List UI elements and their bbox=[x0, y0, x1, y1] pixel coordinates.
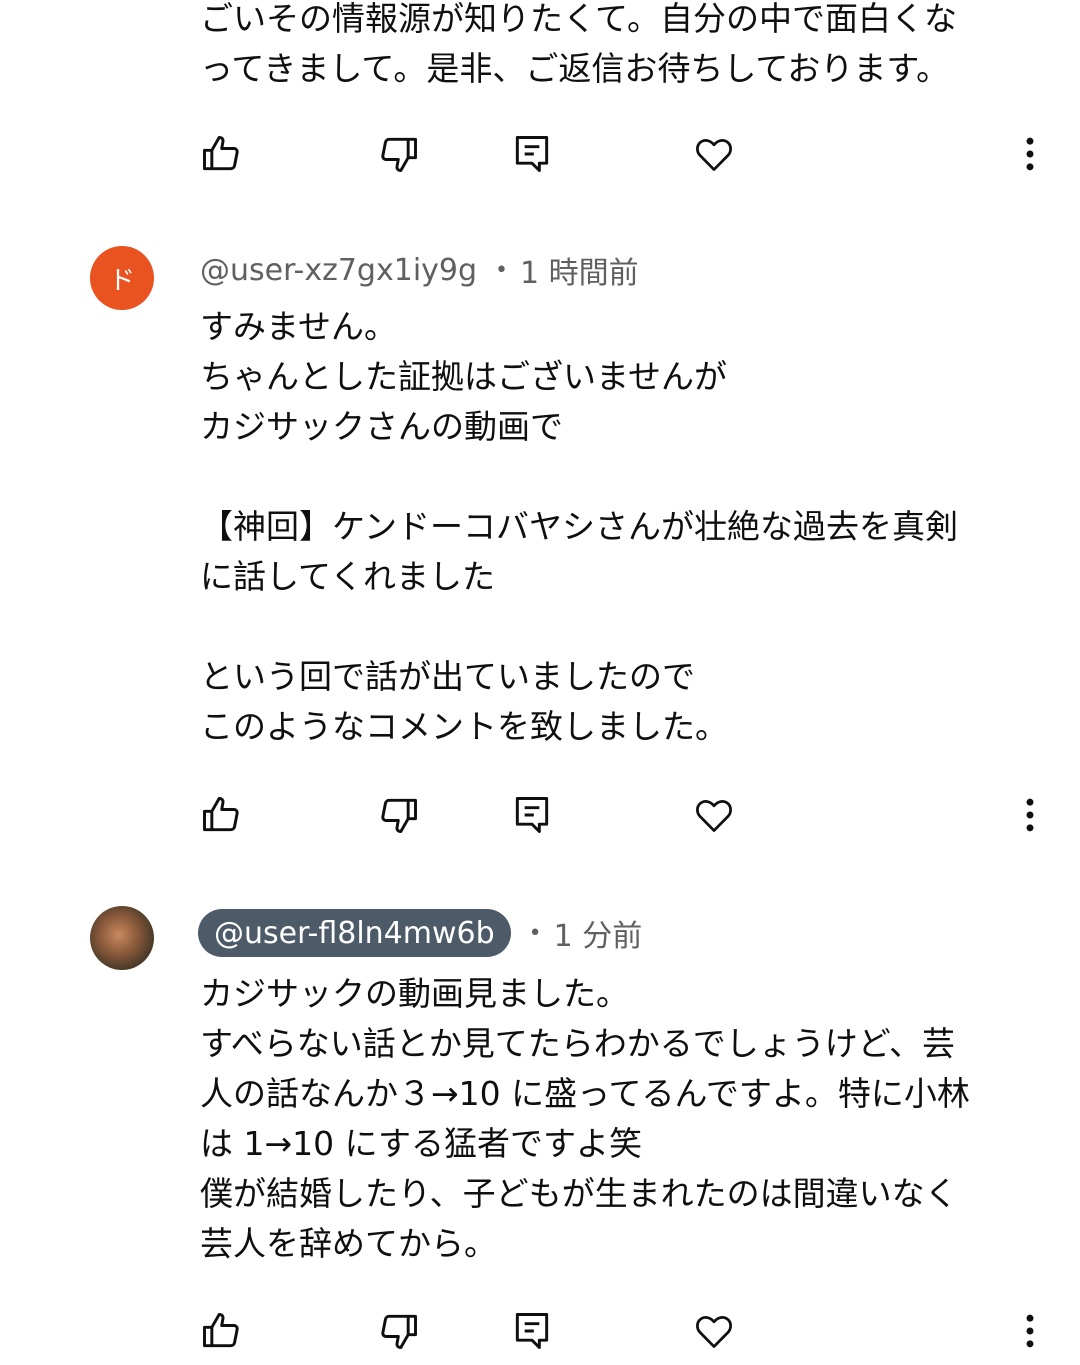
separator-dot: • bbox=[528, 920, 542, 946]
comment-actions bbox=[0, 789, 1080, 849]
thumbs-up-icon bbox=[203, 797, 239, 832]
like-button[interactable] bbox=[195, 128, 247, 180]
reply-comment-icon bbox=[515, 797, 549, 833]
reply-button[interactable] bbox=[506, 1305, 558, 1357]
more-options-button[interactable] bbox=[1004, 128, 1056, 180]
thumbs-down-icon bbox=[381, 798, 417, 833]
avatar[interactable]: ド bbox=[90, 246, 154, 310]
more-vertical-icon bbox=[1026, 798, 1034, 832]
reply-button[interactable] bbox=[506, 128, 558, 180]
avatar-initial: ド bbox=[108, 265, 135, 296]
comment-text: ごいその情報源が知りたくて。自分の中で面白くな ってきまして。是非、ご返信お待ち… bbox=[200, 0, 958, 88]
more-options-button[interactable] bbox=[1004, 1305, 1056, 1357]
comment-actions bbox=[0, 128, 1080, 188]
avatar[interactable] bbox=[90, 906, 154, 970]
dislike-button[interactable] bbox=[373, 1305, 425, 1357]
heart-icon bbox=[696, 139, 732, 171]
reply-button[interactable] bbox=[506, 789, 558, 841]
heart-button[interactable] bbox=[688, 1305, 740, 1357]
dislike-button[interactable] bbox=[373, 128, 425, 180]
reply-comment-icon bbox=[515, 1313, 549, 1349]
comment-meta: @user-fl8ln4mw6b • 1 分前 bbox=[198, 908, 643, 958]
like-button[interactable] bbox=[195, 1305, 247, 1357]
comment-author-handle[interactable]: @user-fl8ln4mw6b bbox=[198, 909, 511, 957]
comment-author-handle[interactable]: @user-xz7gx1iy9g bbox=[200, 253, 477, 288]
heart-button[interactable] bbox=[688, 128, 740, 180]
separator-dot: • bbox=[495, 257, 509, 283]
comment-actions bbox=[0, 1305, 1080, 1365]
heart-icon bbox=[696, 1316, 732, 1348]
heart-icon bbox=[696, 800, 732, 832]
thumbs-down-icon bbox=[381, 137, 417, 172]
more-vertical-icon bbox=[1026, 1314, 1034, 1348]
comment-timestamp: 1 時間前 bbox=[520, 256, 639, 291]
reply-comment-icon bbox=[515, 136, 549, 172]
thumbs-down-icon bbox=[381, 1314, 417, 1349]
like-button[interactable] bbox=[195, 789, 247, 841]
comment-text: カジサックの動画見ました。 すべらない話とか見てたらわかるでしょうけど、芸 人の… bbox=[200, 974, 970, 1263]
heart-button[interactable] bbox=[688, 789, 740, 841]
comment-text: すみません。 ちゃんとした証拠はございませんが カジサックさんの動画で 【神回】… bbox=[200, 307, 959, 746]
thumbs-up-icon bbox=[203, 136, 239, 171]
comment-timestamp: 1 分前 bbox=[553, 919, 643, 954]
dislike-button[interactable] bbox=[373, 789, 425, 841]
more-vertical-icon bbox=[1026, 137, 1034, 171]
more-options-button[interactable] bbox=[1004, 789, 1056, 841]
comment-meta: @user-xz7gx1iy9g • 1 時間前 bbox=[200, 245, 639, 295]
thumbs-up-icon bbox=[203, 1313, 239, 1348]
